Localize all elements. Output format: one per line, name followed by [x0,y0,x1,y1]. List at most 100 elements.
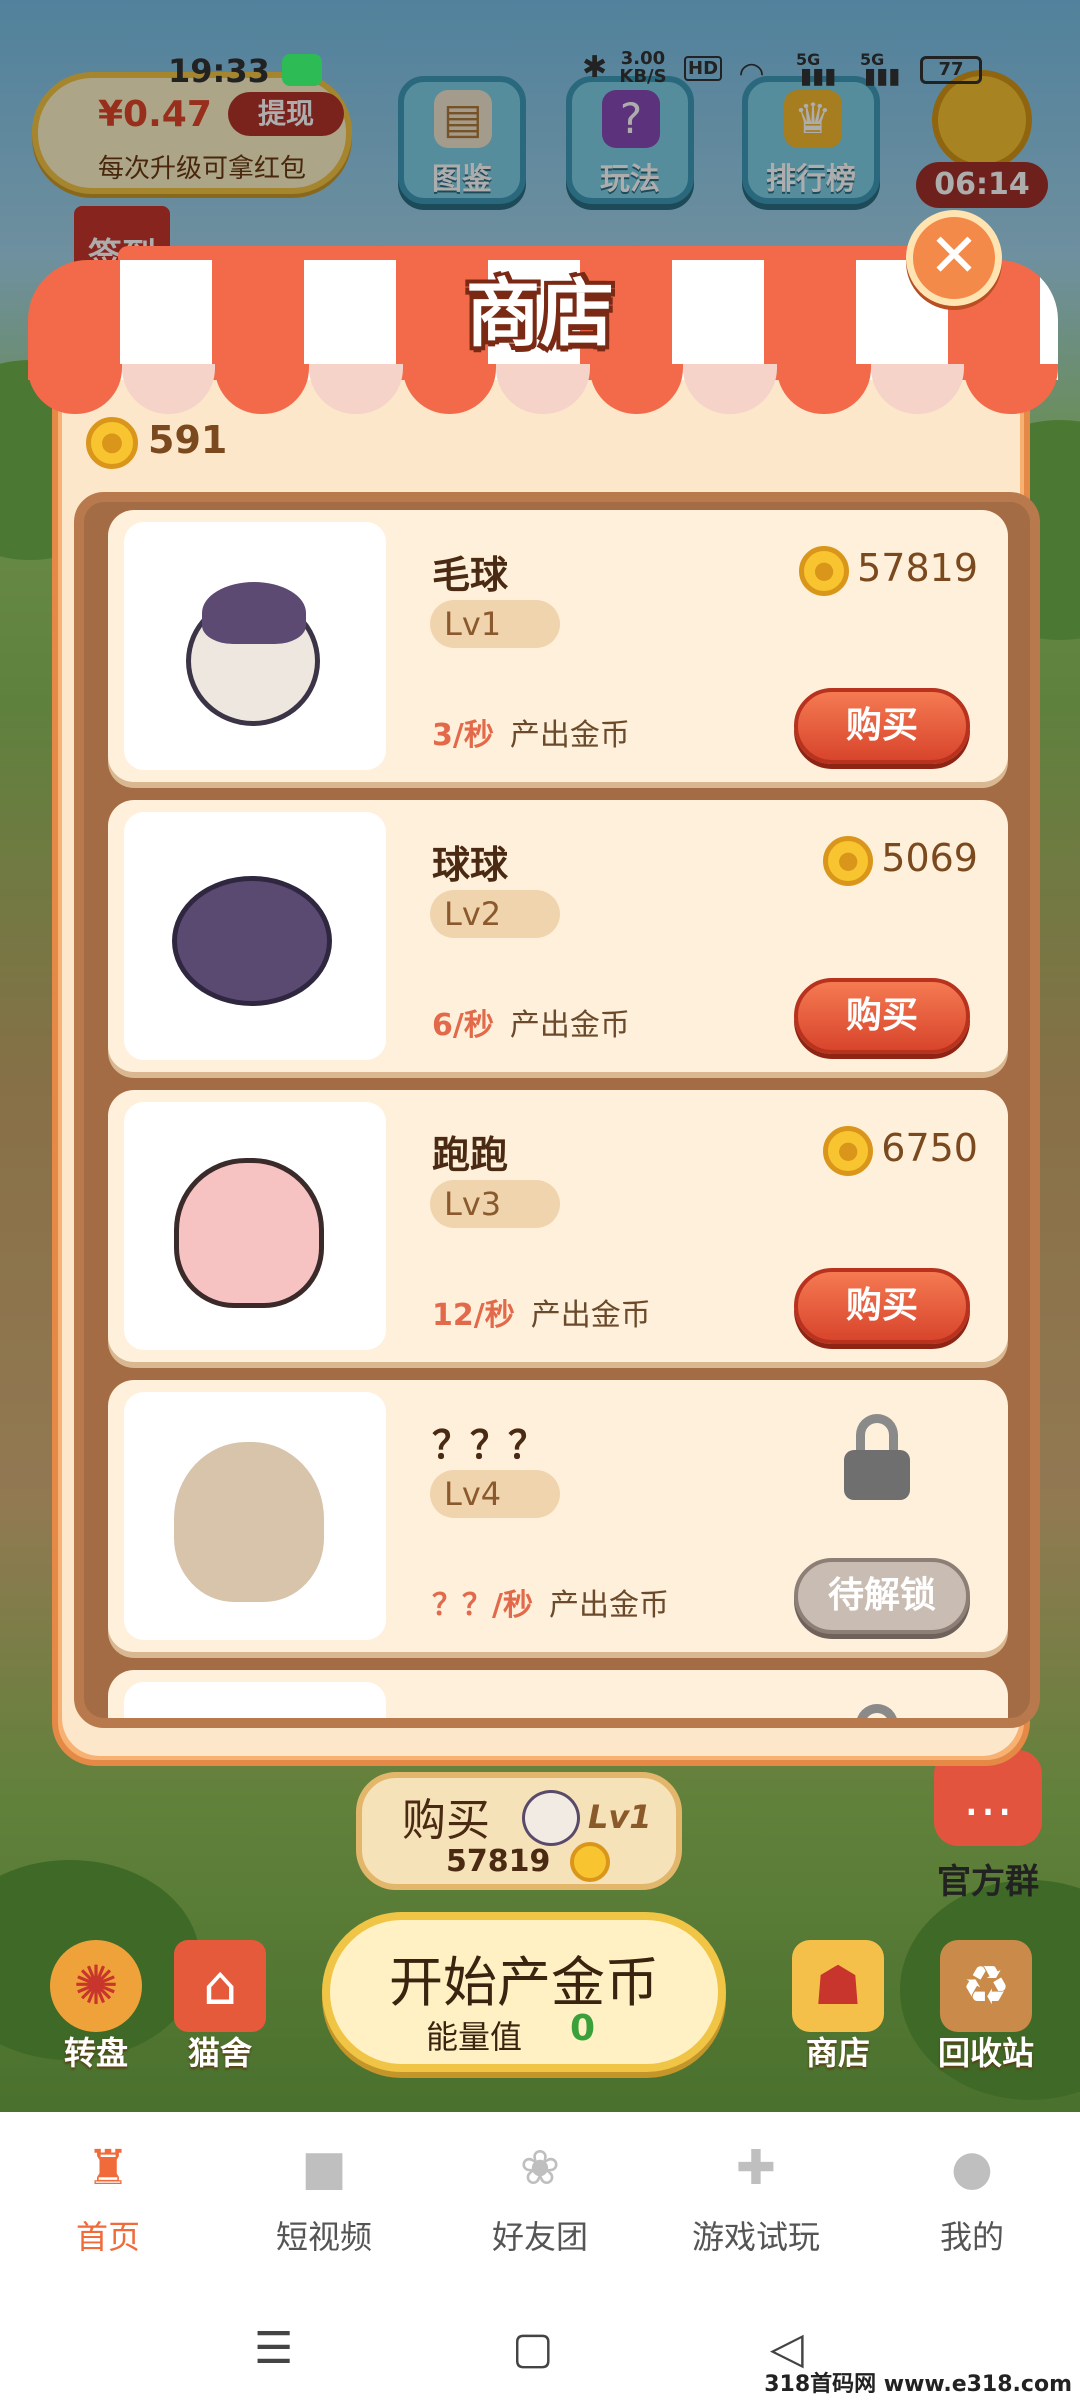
item-image [124,1392,386,1640]
quick-buy-label: 购买 [402,1795,490,1846]
shop-panel: ● 591 毛球 Lv1 3/秒 产出金币 ● 57819 购买 球球 Lv2 … [62,370,1040,1756]
quick-buy-price: 57819 [446,1844,551,1879]
house-icon: ⌂ [174,1940,266,2032]
bluetooth-icon: ✱ [582,50,608,85]
tab-label: 首页 [75,2218,140,2256]
status-time: 19:33 [168,52,270,90]
close-button[interactable]: ✕ [906,210,1002,306]
item-name: 球球 [432,843,509,887]
official-group-label: 官方群 [937,1862,1039,1902]
item-price-value: 5069 [881,836,978,880]
quick-buy-button[interactable]: 购买 Lv1 57819 [356,1772,682,1890]
start-earning-label: 开始产金币 [389,1951,659,2014]
recycle-bin-icon: ♻ [940,1940,1032,2032]
item-level: Lv4 [430,1470,560,1518]
shop-item: 跑跑 Lv3 12/秒 产出金币 ● 6750 购买 [108,1090,1008,1362]
cattery-label: 猫舍 [187,2034,252,2072]
coin-balance-value: 591 [148,418,228,462]
item-rate: 12/秒 产出金币 [432,1290,651,1334]
tab-label: 短视频 [275,2218,372,2256]
coin-icon [570,1842,610,1882]
wheel-icon: ✺ [50,1940,142,2032]
shop-item-list[interactable]: 毛球 Lv1 3/秒 产出金币 ● 57819 购买 球球 Lv2 6/秒 产出金币 … [74,492,1040,1728]
item-price: ● 5069 [823,830,978,886]
paw-coin-icon: ● [823,835,874,886]
wifi-icon: ◠ [740,56,764,91]
item-rate-value: 12/秒 [432,1298,515,1333]
video-icon: ■ [301,2140,347,2196]
tab-game-trial[interactable]: ✚ 游戏试玩 [676,2138,836,2278]
official-group-button[interactable]: … 官方群 [928,1750,1048,1902]
pink-cat-image [174,1158,324,1308]
item-rate-value: 6/秒 [432,1008,494,1043]
item-rate-text: 产出金币 [530,1298,651,1333]
app-notification-icon [282,54,322,86]
tab-home[interactable]: ♜ 首页 [28,2138,188,2278]
item-rate-text: 产出金币 [509,1008,630,1043]
item-rate-text: 产出金币 [509,718,630,753]
tab-friends[interactable]: ❀ 好友团 [460,2138,620,2278]
shop-item: 毛球 Lv1 3/秒 产出金币 ● 57819 购买 [108,510,1008,782]
purple-cat-image [172,876,332,1006]
silhouette-cat-image [174,1442,324,1602]
gamepad-icon: ✚ [735,2140,777,2196]
item-level: Lv3 [430,1180,560,1228]
shop-button[interactable]: ☗ 商店 [778,1940,898,2072]
item-rate: ？？/秒 产出金币 [432,1580,669,1624]
item-image [124,1102,386,1350]
wheel-button[interactable]: ✺ 转盘 [36,1940,156,2072]
status-bar: 19:33 ✱ 3.00 KB/S HD ◠ 5G ▮▮▮ 5G ▮▮▮ 77 [0,50,1080,94]
awning-scallops [28,364,1059,414]
recycle-button[interactable]: ♻ 回收站 [926,1940,1046,2072]
energy-value: 0 [570,2008,596,2049]
item-rate-value: 3/秒 [432,718,494,753]
shop-title: 商店 [466,271,614,357]
cattery-button[interactable]: ⌂ 猫舍 [160,1940,280,2072]
energy-label: 能量值 [426,2018,523,2056]
item-rate-value: ？？/秒 [432,1588,533,1623]
buy-button[interactable]: 购买 [794,1268,970,1344]
shop-item: 球球 Lv2 6/秒 产出金币 ● 5069 购买 [108,800,1008,1072]
tab-label: 我的 [939,2218,1004,2256]
home-square-icon[interactable]: ▢ [512,2324,554,2374]
item-image [124,1682,386,1718]
quick-buy-level: Lv1 [588,1798,652,1836]
start-earning-button[interactable]: 开始产金币 能量值 0 [322,1912,726,2072]
lock-icon [844,1704,910,1718]
tab-profile[interactable]: ● 我的 [892,2138,1052,2278]
tab-label: 好友团 [491,2218,588,2256]
wheel-label: 转盘 [63,2034,128,2072]
bottom-nav: ♜ 首页 ■ 短视频 ❀ 好友团 ✚ 游戏试玩 ● 我的 [0,2112,1080,2302]
shop-cat-icon: ☗ [792,1940,884,2032]
menu-icon[interactable]: ☰ [254,2324,293,2374]
item-price: ● 6750 [823,1120,978,1176]
item-rate-text: 产出金币 [548,1588,669,1623]
hd-icon: HD [684,56,723,81]
buy-button[interactable]: 购买 [794,688,970,764]
item-rate: 6/秒 产出金币 [432,1000,630,1044]
signal-icon: ▮▮▮ [800,64,837,89]
close-icon: ✕ [928,221,980,291]
paw-coin-icon: ● [799,545,850,596]
buy-button[interactable]: 购买 [794,978,970,1054]
item-level: Lv1 [430,600,560,648]
tab-short-video[interactable]: ■ 短视频 [244,2138,404,2278]
item-name: 毛球 [432,553,509,597]
watermark: 318首码网 www.e318.com [764,2372,1072,2397]
battery-indicator: 77 [920,56,982,84]
item-name: ？？？ [432,1423,547,1467]
unlock-pending-button[interactable]: 待解锁 [794,1558,970,1634]
shop-item-locked: ？？？ Lv4 ？？/秒 产出金币 待解锁 [108,1380,1008,1652]
shop-label: 商店 [805,2034,870,2072]
recycle-label: 回收站 [937,2034,1034,2072]
item-name: ？？？ [432,1704,546,1718]
coin-balance: ● 591 [86,410,227,470]
castle-icon: ♜ [86,2140,130,2196]
egg-cat-head [202,582,306,644]
item-price-value: 6750 [881,1126,978,1170]
item-image [124,812,386,1060]
item-rate: 3/秒 产出金币 [432,710,630,754]
egg-cat-icon [522,1790,580,1846]
item-name: 跑跑 [432,1133,509,1177]
lock-icon [844,1414,910,1500]
